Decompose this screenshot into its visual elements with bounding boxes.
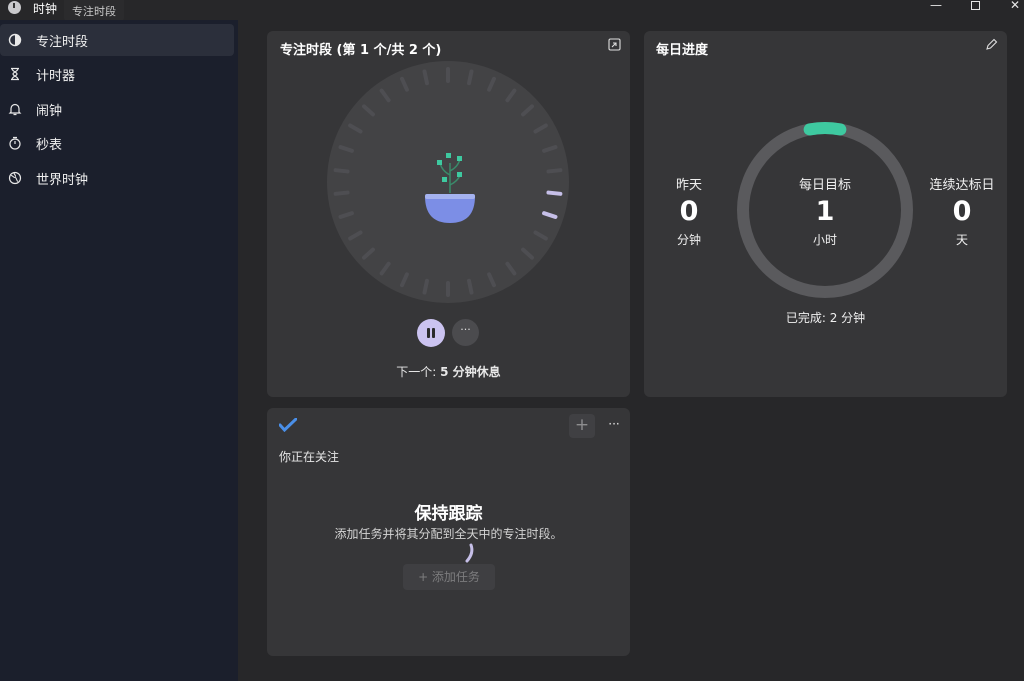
dial-tick bbox=[546, 167, 563, 174]
dial-tick bbox=[446, 281, 450, 297]
dial-tick bbox=[399, 76, 410, 93]
add-task-button[interactable]: + 添加任务 bbox=[403, 564, 495, 590]
focusing-label: 你正在关注 bbox=[279, 450, 340, 464]
dial-tick bbox=[532, 229, 549, 242]
sidebar-item-focus[interactable]: 专注时段 bbox=[0, 24, 234, 56]
dial-tick bbox=[347, 229, 364, 242]
sidebar-item-label: 秒表 bbox=[36, 137, 63, 153]
dial-tick bbox=[333, 167, 350, 174]
streak-stat: 连续达标日 0 天 bbox=[917, 174, 1007, 248]
dial-tick bbox=[541, 210, 558, 220]
pause-icon bbox=[427, 328, 430, 338]
focus-icon bbox=[8, 33, 22, 47]
dial-tick bbox=[378, 87, 392, 104]
sidebar-item-label: 专注时段 bbox=[36, 34, 89, 50]
sidebar-item-stopwatch[interactable]: 秒表 bbox=[0, 127, 234, 159]
sidebar-item-label: 闹钟 bbox=[36, 103, 63, 119]
dial-tick bbox=[378, 260, 392, 277]
stat-value: 0 bbox=[679, 196, 699, 227]
dial-tick bbox=[466, 69, 474, 86]
minimize-button[interactable]: — bbox=[916, 0, 956, 15]
app-title: 时钟 bbox=[33, 2, 58, 16]
dial-tick bbox=[486, 76, 497, 93]
todo-check-icon bbox=[279, 418, 297, 432]
stat-unit: 天 bbox=[955, 233, 968, 247]
dial-tick bbox=[347, 122, 364, 135]
completed-text: 已完成: 2 分钟 bbox=[785, 311, 866, 325]
dial-tick bbox=[422, 69, 430, 86]
empty-state-title: 保持跟踪 bbox=[414, 504, 483, 524]
globe-icon bbox=[8, 171, 22, 185]
stat-label: 昨天 bbox=[675, 178, 702, 193]
plant-icon bbox=[425, 153, 475, 223]
dial-tick bbox=[422, 278, 430, 295]
bell-icon bbox=[8, 102, 22, 116]
sidebar-item-label: 计时器 bbox=[36, 68, 76, 84]
dial-tick bbox=[466, 278, 474, 295]
stat-unit: 小时 bbox=[812, 233, 837, 247]
dial-tick bbox=[333, 190, 350, 197]
card-title: 专注时段 (第 1 个/共 2 个) bbox=[280, 43, 442, 58]
goal-progress-arc bbox=[803, 122, 847, 136]
sidebar-item-world-clock[interactable]: 世界时钟 bbox=[0, 162, 234, 194]
close-button[interactable]: ✕ bbox=[995, 0, 1024, 15]
empty-state-subtitle: 添加任务并将其分配到全天中的专注时段。 bbox=[334, 527, 563, 541]
next-prefix: 下一个: bbox=[396, 365, 441, 379]
dial-tick bbox=[338, 144, 355, 154]
tasks-card: + ··· 你正在关注 保持跟踪 添加任务并将其分配到全天中的专注时段。 + 添… bbox=[267, 408, 630, 656]
goal-stat: 每日目标 1 小时 bbox=[780, 174, 870, 248]
sidebar-item-alarm[interactable]: 闹钟 bbox=[0, 93, 234, 125]
dial-tick bbox=[399, 271, 410, 288]
dial-tick bbox=[504, 260, 518, 277]
sidebar-item-label: 世界时钟 bbox=[36, 172, 89, 188]
add-task-icon-button[interactable]: + bbox=[569, 414, 595, 438]
stat-unit: 分钟 bbox=[676, 233, 701, 247]
dial-tick bbox=[361, 246, 376, 261]
dial-tick bbox=[546, 190, 563, 197]
sidebar: 专注时段 计时器 闹钟 秒表 世界时钟 bbox=[0, 20, 238, 681]
maximize-button[interactable] bbox=[955, 0, 995, 15]
stat-label: 每日目标 bbox=[798, 178, 851, 193]
next-value: 5 分钟休息 bbox=[440, 365, 501, 379]
stat-value: 1 bbox=[815, 196, 835, 227]
dial-tick bbox=[532, 122, 549, 135]
yesterday-stat: 昨天 0 分钟 bbox=[644, 174, 734, 248]
dial-tick bbox=[486, 271, 497, 288]
stat-value: 0 bbox=[952, 196, 972, 227]
card-title: 每日进度 bbox=[656, 43, 709, 58]
pause-button[interactable] bbox=[417, 319, 445, 347]
daily-progress-card: 每日进度 昨天 0 分钟 每日目标 1 小时 连续达标日 0 天 已完成: 2 … bbox=[644, 31, 1007, 397]
sidebar-item-timer[interactable]: 计时器 bbox=[0, 58, 234, 90]
dial-tick bbox=[520, 246, 535, 261]
pause-icon-bar bbox=[432, 328, 435, 338]
next-session-text: 下一个: 5 分钟休息 bbox=[267, 363, 630, 380]
loading-spinner-icon bbox=[465, 543, 474, 563]
focus-dial bbox=[327, 61, 569, 303]
focus-more-button[interactable]: ··· bbox=[452, 319, 479, 346]
maximize-icon bbox=[970, 1, 980, 10]
compact-overlay-icon[interactable] bbox=[606, 38, 622, 54]
hourglass-icon bbox=[8, 67, 22, 81]
dial-tick bbox=[338, 210, 355, 220]
dial-tick bbox=[541, 144, 558, 154]
dial-tick bbox=[361, 103, 376, 118]
clock-app-icon bbox=[8, 1, 21, 14]
focus-session-card: 专注时段 (第 1 个/共 2 个) ··· 下一个: 5 分钟休息 bbox=[267, 31, 630, 397]
dial-tick bbox=[446, 67, 450, 83]
stat-label: 连续达标日 bbox=[929, 178, 995, 193]
dial-tick bbox=[504, 87, 518, 104]
dial-tick bbox=[520, 103, 535, 118]
tasks-more-button[interactable]: ··· bbox=[605, 417, 623, 431]
stopwatch-icon bbox=[8, 136, 22, 150]
title-bar: 时钟 专注时段 — ✕ bbox=[0, 0, 1024, 21]
edit-pencil-icon[interactable] bbox=[983, 38, 999, 54]
tooltip: 专注时段 bbox=[64, 0, 124, 21]
